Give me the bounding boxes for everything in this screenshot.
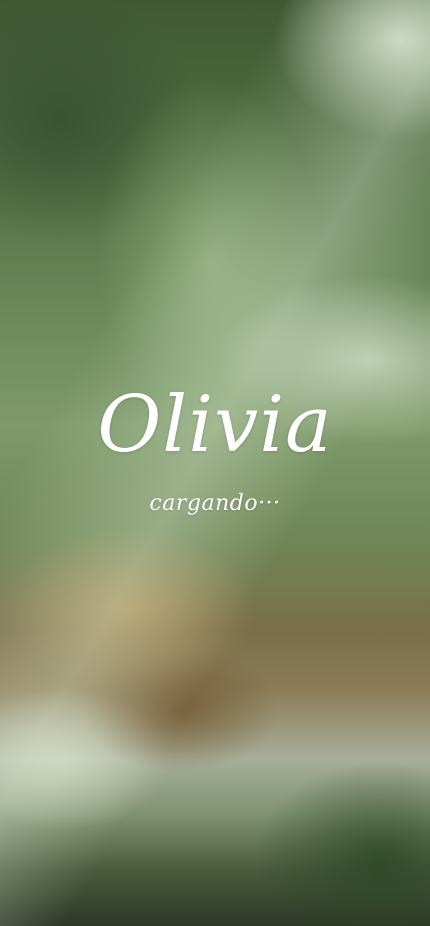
splash-screen: Olivia cargando··· xyxy=(0,0,430,926)
app-name-logo: Olivia xyxy=(97,380,333,470)
loading-text: cargando··· xyxy=(149,491,281,516)
